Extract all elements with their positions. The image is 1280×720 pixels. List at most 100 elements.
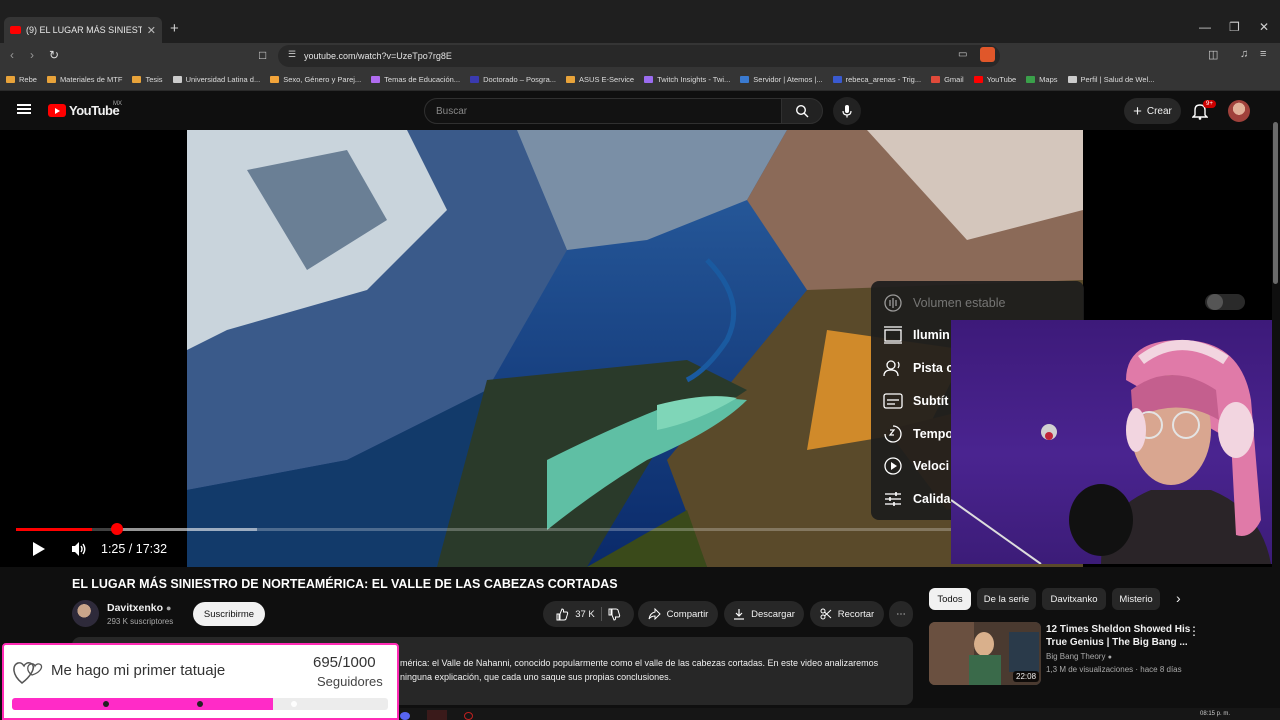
bookmark-item[interactable]: ASUS E-Service [566,75,634,84]
bookmark-icon [371,76,381,83]
like-count[interactable]: 37 K [575,609,595,620]
goal-label: Seguidores [317,674,383,689]
bookmark-item[interactable]: Sexo, Género y Parej... [270,75,361,84]
user-avatar[interactable] [1228,100,1250,122]
chip-de-la-serie[interactable]: De la serie [977,588,1036,610]
browser-tab[interactable]: (9) EL LUGAR MÁS SINIESTRO DE ✕ [4,17,162,43]
bookmark-item[interactable]: Materiales de MTF [46,75,123,84]
video-title: EL LUGAR MÁS SINIESTRO DE NORTEAMÉRICA: … [72,577,618,591]
like-icon[interactable] [556,607,569,621]
goal-milestone-dot [103,701,109,707]
bookmark-label: Gmail [944,75,964,84]
channel-name-text: Davitxenko [107,602,164,614]
voice-search-button[interactable] [833,97,861,125]
tab-close-icon[interactable]: ✕ [147,24,156,37]
bookmark-item[interactable]: Perfil | Salud de Wel... [1067,75,1154,84]
discord-icon[interactable] [400,712,410,720]
like-dislike-group: 37 K [543,601,634,627]
menu-icon[interactable]: ≡ [1260,48,1266,60]
cast-icon[interactable]: ▭ [958,49,967,60]
stable-volume-icon [883,293,903,313]
chip-todos[interactable]: Todos [929,588,971,610]
sidebar-icon[interactable]: ◫ [1208,48,1218,61]
dislike-icon[interactable] [608,608,621,621]
bookmark-item[interactable]: Rebe [6,75,37,84]
recommended-title[interactable]: 12 Times Sheldon Showed His [1046,624,1190,635]
sleep-timer-icon [883,424,903,444]
minimize-icon[interactable]: — [1199,20,1211,34]
bookmark-item[interactable]: rebeca_arenas - Trig... [832,75,922,84]
settings-item-label: Pista c [913,360,954,375]
description-line: mérica: el Valle de Nahanni, conocido po… [400,658,879,668]
share-button[interactable]: Compartir [638,601,718,627]
clip-button[interactable]: Recortar [810,601,884,627]
bookmark-icon [566,76,576,83]
bookmark-item[interactable]: Universidad Latina d... [172,75,260,84]
chip-channel[interactable]: Davitxanko [1042,588,1106,610]
goal-progress-fill [12,698,274,710]
bookmark-icon [832,76,842,83]
bookmark-label: rebeca_arenas - Trig... [845,75,922,84]
back-icon[interactable]: ‹ [10,48,14,62]
forward-icon[interactable]: › [30,48,34,62]
record-icon[interactable] [464,712,473,720]
share-label: Compartir [666,608,709,620]
bookmark-item[interactable]: Servidor | Atemos |... [740,75,823,84]
channel-name[interactable]: Davitxenko ● [107,602,171,614]
video-duration: 22:08 [1013,671,1040,682]
youtube-logo[interactable]: YouTube MX [48,101,122,118]
streamer-webcam [951,320,1275,564]
settings-item-label: Ilumin [913,327,950,342]
region-label: MX [113,101,122,107]
time-display: 1:25 / 17:32 [101,542,168,556]
app-icon[interactable] [427,710,447,720]
channel-avatar[interactable] [72,600,99,627]
scrollbar-thumb[interactable] [1273,122,1278,284]
search-input[interactable]: Buscar [424,98,782,124]
recommended-title[interactable]: True Genius | The Big Bang ... [1046,637,1188,648]
bookmark-item[interactable]: YouTube [973,75,1016,84]
site-info-icon[interactable]: ☰ [288,49,296,60]
goal-text: Me hago mi primer tatuaje [51,662,226,679]
chip-misterio[interactable]: Misterio [1112,588,1160,610]
bookmark-icon [644,76,654,83]
bookmark-icon [6,76,15,83]
bookmark-label: Materiales de MTF [59,75,123,84]
maximize-icon[interactable]: ❐ [1229,20,1240,34]
close-window-icon[interactable]: ✕ [1259,20,1269,34]
bookmark-item[interactable]: Doctorado – Posgra... [470,75,556,84]
bookmark-label: Temas de Educación... [384,75,461,84]
create-button[interactable]: + Crear [1124,98,1181,124]
bookmarks-bar: Rebe Materiales de MTF Tesis Universidad La… [0,69,1280,91]
bookmark-item[interactable]: Twitch Insights - Twi... [644,75,730,84]
hamburger-menu-icon[interactable] [17,104,31,114]
like-divider [600,607,602,621]
bookmark-item[interactable]: Maps [1026,75,1058,84]
more-actions-button[interactable]: ⋯ [889,601,913,627]
scrubber-handle[interactable] [111,523,123,535]
bookmark-item[interactable]: Temas de Educación... [371,75,460,84]
volume-icon[interactable] [71,541,87,557]
recommended-channel[interactable]: Big Bang Theory ● [1046,652,1112,661]
chevron-right-icon[interactable]: › [1176,590,1181,606]
search-button[interactable] [781,98,823,124]
bookmark-item[interactable]: Tesis [132,75,163,84]
bookmark-icon [470,76,480,83]
brave-shield-icon[interactable] [980,47,995,62]
reload-icon[interactable]: ↻ [49,48,59,62]
address-bar[interactable]: youtube.com/watch?v=UzeTpo7rg8E [278,45,1000,67]
bookmark-item[interactable]: Gmail [931,75,964,84]
bookmark-icon [740,76,750,83]
subscribe-button[interactable]: Suscribirme [193,602,265,626]
stable-volume-toggle[interactable] [1205,294,1245,310]
url-text: youtube.com/watch?v=UzeTpo7rg8E [304,51,452,61]
new-tab-button[interactable]: + [170,20,179,37]
more-vertical-icon[interactable]: ⋮ [1188,624,1200,638]
download-button[interactable]: Descargar [724,601,804,627]
settings-item-stable-volume[interactable]: Volumen estable [871,286,1084,319]
bookmark-icon[interactable]: □ [259,48,266,62]
media-icon[interactable]: ♫ [1240,48,1248,60]
play-icon[interactable] [32,541,46,557]
bookmark-label: Doctorado – Posgra... [483,75,557,84]
microphone-icon [842,105,852,118]
